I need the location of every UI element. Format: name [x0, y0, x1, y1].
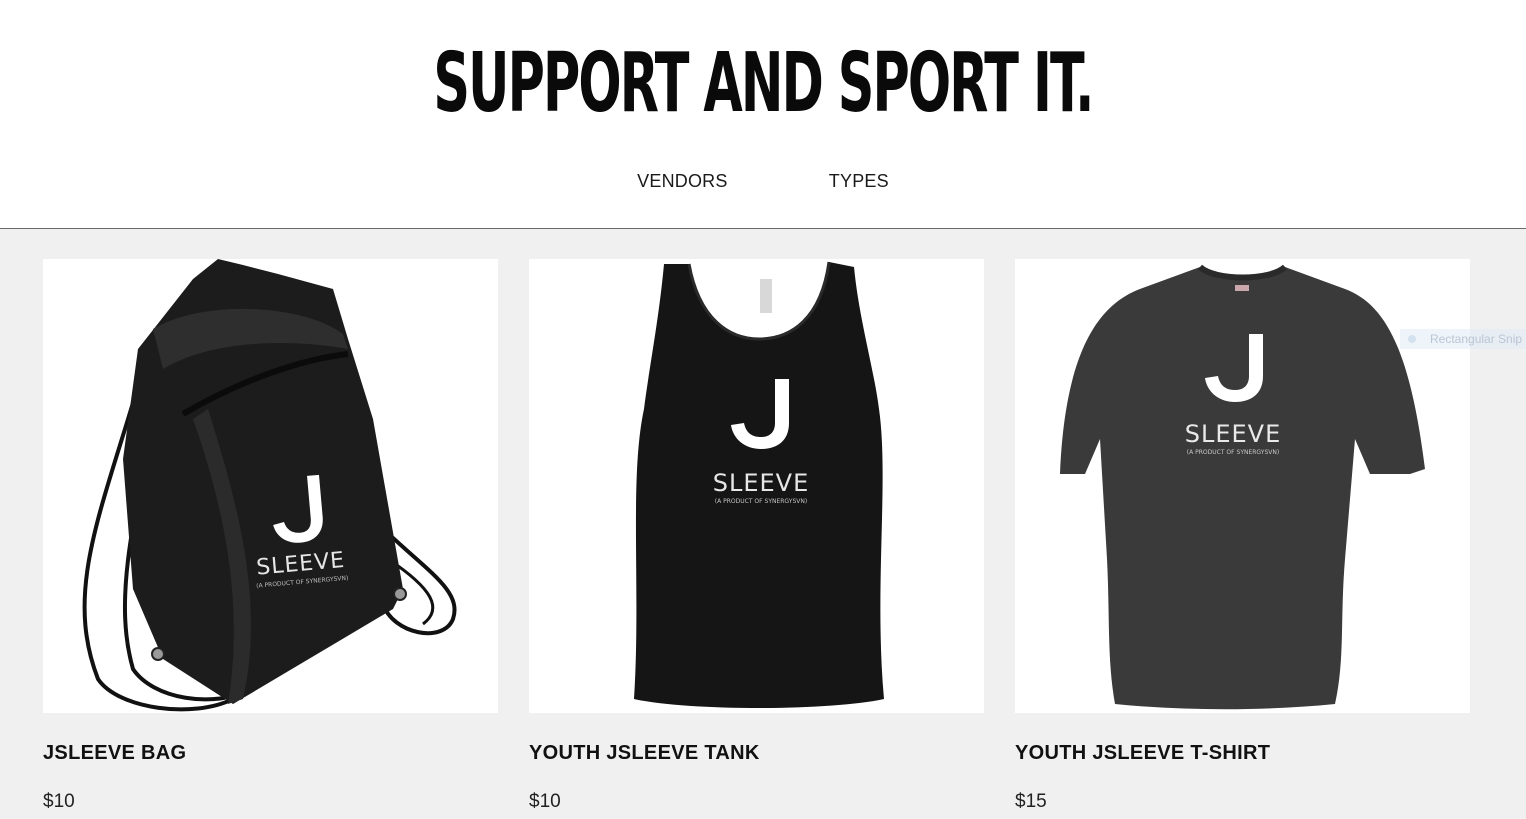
- nav-item-types[interactable]: TYPES: [829, 168, 889, 194]
- product-name-tank[interactable]: YOUTH JSLEEVE TANK: [529, 741, 984, 765]
- snip-icon: [1408, 335, 1416, 343]
- tank-top-image: SLEEVE (A PRODUCT OF SYNERGYSVN): [634, 261, 884, 708]
- drawstring-bag-image: SLEEVE (A PRODUCT OF SYNERGYSVN): [82, 259, 457, 712]
- product-card-tank[interactable]: SLEEVE (A PRODUCT OF SYNERGYSVN) YOUTH J…: [529, 259, 984, 814]
- product-image-tshirt[interactable]: SLEEVE (A PRODUCT OF SYNERGYSVN): [1015, 259, 1470, 713]
- site-title: SUPPORT AND SPORT IT.: [433, 36, 1094, 131]
- product-price-tank: $10: [529, 791, 561, 812]
- product-price-tshirt: $15: [1015, 791, 1047, 812]
- main-nav: VENDORS TYPES: [0, 168, 1526, 194]
- product-price-bag: $10: [43, 791, 75, 812]
- snip-label: Rectangular Snip: [1430, 332, 1523, 346]
- tshirt-logo-tagline: (A PRODUCT OF SYNERGYSVN): [1187, 449, 1279, 456]
- product-name-bag[interactable]: JSLEEVE BAG: [43, 741, 498, 765]
- product-image-bag[interactable]: SLEEVE (A PRODUCT OF SYNERGYSVN): [43, 259, 498, 713]
- product-name-tshirt[interactable]: YOUTH JSLEEVE T-SHIRT: [1015, 741, 1470, 765]
- product-card-bag[interactable]: SLEEVE (A PRODUCT OF SYNERGYSVN) JSLEEVE…: [43, 259, 498, 814]
- nav-item-vendors[interactable]: VENDORS: [637, 168, 727, 194]
- site-header: SUPPORT AND SPORT IT. VENDORS TYPES: [0, 0, 1526, 229]
- tshirt-logo-word: SLEEVE: [1185, 420, 1282, 448]
- t-shirt-image: SLEEVE (A PRODUCT OF SYNERGYSVN): [1060, 264, 1425, 710]
- tank-logo-word: SLEEVE: [713, 469, 810, 497]
- product-image-tank[interactable]: SLEEVE (A PRODUCT OF SYNERGYSVN): [529, 259, 984, 713]
- rectangular-snip-overlay: Rectangular Snip: [1400, 329, 1526, 349]
- tank-logo-tagline: (A PRODUCT OF SYNERGYSVN): [715, 498, 807, 505]
- product-grid: SLEEVE (A PRODUCT OF SYNERGYSVN) JSLEEVE…: [0, 229, 1526, 819]
